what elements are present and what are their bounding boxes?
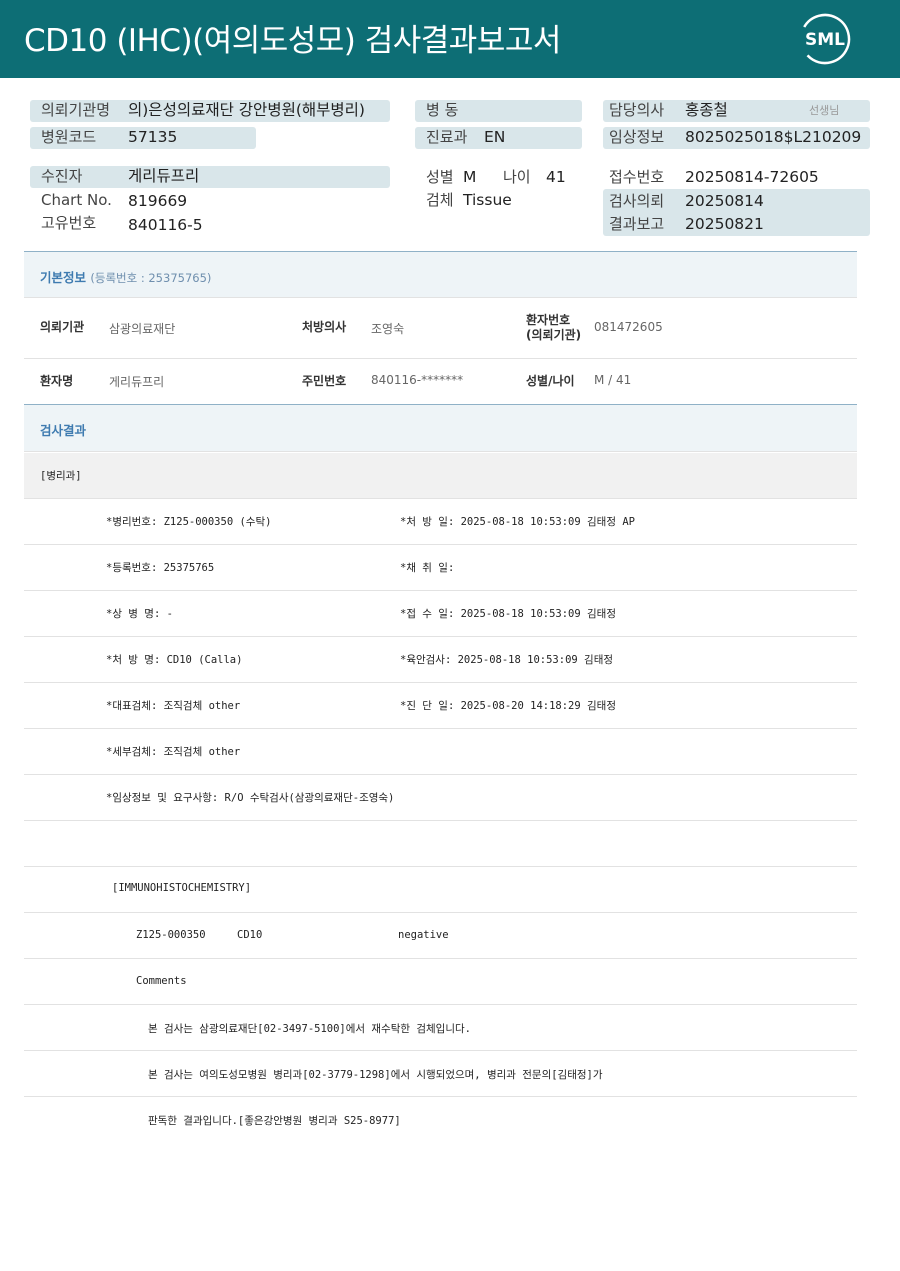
name-label: 환자명 <box>40 374 74 388</box>
ward-label: 병 동 <box>426 101 459 119</box>
result-line-left: *대표검체: 조직검체 other <box>106 700 241 712</box>
result-line-right: *채 취 일: <box>400 562 455 574</box>
receipt-label: 접수번호 <box>609 168 665 186</box>
dept-label: 진료과 <box>426 128 468 146</box>
request-value: 20250814 <box>685 192 764 210</box>
registration-number: (등록번호 : 25375765) <box>90 271 212 285</box>
result-line-left: *상 병 명: - <box>106 608 173 620</box>
patient-value: 게리듀프리 <box>128 167 200 185</box>
rrn-label: 주민번호 <box>302 374 347 388</box>
sex-label: 성별 <box>426 168 454 186</box>
comment-line-2: 본 검사는 여의도성모병원 병리과[02-3779-1298]에서 시행되었으며… <box>148 1069 603 1081</box>
specimen-value: Tissue <box>463 191 512 209</box>
svg-text:SML: SML <box>805 30 845 50</box>
report-value: 20250821 <box>685 215 764 233</box>
report-header: CD10 (IHC)(여의도성모) 검사결과보고서 SML <box>0 0 900 78</box>
result-line-right: *진 단 일: 2025-08-20 14:18:29 김태정 <box>400 700 616 712</box>
referral-value: 의)은성의료재단 강안병원(해부병리) <box>128 101 365 119</box>
sml-logo: SML <box>798 12 852 66</box>
dept-value: EN <box>484 128 506 146</box>
results-header: 검사결과 <box>24 405 857 452</box>
name-value: 게리듀프리 <box>109 375 165 389</box>
dept-label: [병리과] <box>40 470 82 482</box>
clinical-value: 8025025018$L210209 <box>685 128 862 146</box>
result-line-left: *처 방 명: CD10 (Calla) <box>106 654 243 666</box>
request-label: 검사의뢰 <box>609 192 665 210</box>
hospital-code-label: 병원코드 <box>41 128 97 146</box>
referral-label: 의뢰기관명 <box>41 101 111 119</box>
org-value: 삼광의료재단 <box>109 322 176 336</box>
report-title: CD10 (IHC)(여의도성모) 검사결과보고서 <box>24 23 561 59</box>
result-line-left: *세부검체: 조직검체 other <box>106 746 241 758</box>
result-line-left: *임상정보 및 요구사항: R/O 수탁검사(삼광의료재단-조영숙) <box>106 792 395 804</box>
specimen-label: 검체 <box>426 191 454 209</box>
age-value: 41 <box>546 168 566 186</box>
result-line-right: *육안검사: 2025-08-18 10:53:09 김태정 <box>400 654 614 666</box>
ihc-number: Z125-000350 <box>136 929 206 941</box>
result-line-right: *처 방 일: 2025-08-18 10:53:09 김태정 AP <box>400 516 635 528</box>
patient-number-value: 081472605 <box>594 320 663 334</box>
clinical-label: 임상정보 <box>609 128 665 146</box>
doctor-suffix: 선생님 <box>809 104 840 117</box>
doctor-label: 담당의사 <box>609 101 665 119</box>
comment-line-1: 본 검사는 삼광의료재단[02-3497-5100]에서 재수탁한 검체입니다. <box>148 1023 471 1035</box>
prescriber-label: 처방의사 <box>302 320 347 334</box>
sexage-label: 성별/나이 <box>526 374 575 388</box>
age-label: 나이 <box>503 168 531 186</box>
basic-info-header: 기본정보 (등록번호 : 25375765) <box>24 251 857 298</box>
report-label: 결과보고 <box>609 215 665 233</box>
basic-row-2: 환자명 게리듀프리 주민번호 840116-******* 성별/나이 M / … <box>24 359 857 405</box>
patient-number-label: 환자번호 (의뢰기관) <box>526 313 582 342</box>
ihc-title: [IMMUNOHISTOCHEMISTRY] <box>112 882 252 894</box>
ihc-result: negative <box>398 929 449 941</box>
prescriber-value: 조영숙 <box>371 322 405 336</box>
receipt-value: 20250814-72605 <box>685 168 819 186</box>
unique-label: 고유번호 <box>41 214 97 232</box>
dept-band: [병리과] <box>24 453 857 499</box>
ihc-marker: CD10 <box>237 929 263 941</box>
unique-value: 840116-5 <box>128 216 203 234</box>
comments-label: Comments <box>136 975 187 987</box>
basic-info-heading: 기본정보 <box>40 270 87 285</box>
rrn-value: 840116-******* <box>371 373 464 387</box>
doctor-value: 홍종철 <box>685 101 728 119</box>
basic-row-1: 의뢰기관 삼광의료재단 처방의사 조영숙 환자번호 (의뢰기관) 0814726… <box>24 299 857 359</box>
sex-value: M <box>463 168 477 186</box>
blank-row <box>24 821 857 867</box>
hospital-code-value: 57135 <box>128 128 178 146</box>
result-line-left: *등록번호: 25375765 <box>106 562 215 574</box>
comment-line-3: 판독한 결과입니다.[좋은강안병원 병리과 S25-8977] <box>148 1115 401 1127</box>
org-label: 의뢰기관 <box>40 320 85 334</box>
chart-value: 819669 <box>128 192 188 210</box>
chart-label: Chart No. <box>41 191 112 209</box>
result-line-left: *병리번호: Z125-000350 (수탁) <box>106 516 272 528</box>
patient-label: 수진자 <box>41 167 83 185</box>
sexage-value: M / 41 <box>594 373 632 387</box>
result-line-right: *접 수 일: 2025-08-18 10:53:09 김태정 <box>400 608 616 620</box>
results-heading: 검사결과 <box>40 423 87 438</box>
